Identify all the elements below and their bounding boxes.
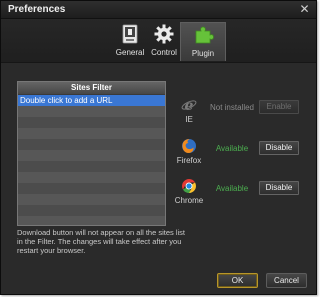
disable-firefox-button[interactable]: Disable	[259, 141, 299, 155]
tab-label: Plugin	[191, 49, 215, 58]
sites-filter-header: Sites Filter	[18, 82, 165, 95]
list-item[interactable]	[18, 216, 165, 225]
browser-status: Available	[215, 184, 249, 193]
list-item[interactable]	[18, 106, 165, 117]
list-item[interactable]	[18, 183, 165, 194]
sites-filter-list[interactable]: Sites Filter Double click to add a URL	[17, 81, 166, 226]
window-title: Preferences	[8, 4, 66, 15]
list-item[interactable]	[18, 172, 165, 183]
tab-toolbar: General Control Plugin	[1, 19, 316, 63]
list-item[interactable]	[18, 139, 165, 150]
browser-row-ie: e IE Not installed Enable	[171, 97, 316, 127]
browser-status: Not installed	[209, 103, 255, 112]
info-text: Download button will not appear on all t…	[17, 228, 186, 255]
gear-icon	[154, 24, 174, 44]
browser-name: IE	[185, 115, 193, 124]
enable-ie-button[interactable]: Enable	[259, 100, 299, 114]
disable-chrome-button[interactable]: Disable	[259, 181, 299, 195]
list-item[interactable]	[18, 128, 165, 139]
browser-status: Available	[215, 144, 249, 153]
puzzle-piece-icon	[195, 26, 214, 44]
list-item[interactable]: Double click to add a URL	[18, 95, 165, 106]
tab-plugin[interactable]: Plugin	[180, 22, 226, 61]
list-item[interactable]	[18, 194, 165, 205]
close-icon[interactable]: ✕	[298, 3, 311, 15]
firefox-icon	[182, 139, 196, 153]
cancel-button[interactable]: Cancel	[266, 273, 307, 288]
preferences-window: Preferences ✕ General Control Plugin Sit…	[0, 0, 317, 295]
list-item[interactable]	[18, 117, 165, 128]
ok-button[interactable]: OK	[217, 273, 258, 288]
list-item[interactable]	[18, 205, 165, 216]
plugin-panel: Sites Filter Double click to add a URL e…	[1, 63, 316, 294]
internet-explorer-icon: e	[181, 98, 197, 113]
general-settings-icon	[122, 24, 138, 44]
browser-row-firefox: Firefox Available Disable	[171, 138, 316, 168]
chrome-icon	[182, 179, 196, 193]
list-item[interactable]	[18, 161, 165, 172]
browser-name: Firefox	[176, 156, 202, 165]
browser-row-chrome: Chrome Available Disable	[171, 178, 316, 208]
browser-name: Chrome	[174, 196, 204, 205]
title-bar[interactable]: Preferences ✕	[1, 1, 316, 19]
list-item[interactable]	[18, 150, 165, 161]
